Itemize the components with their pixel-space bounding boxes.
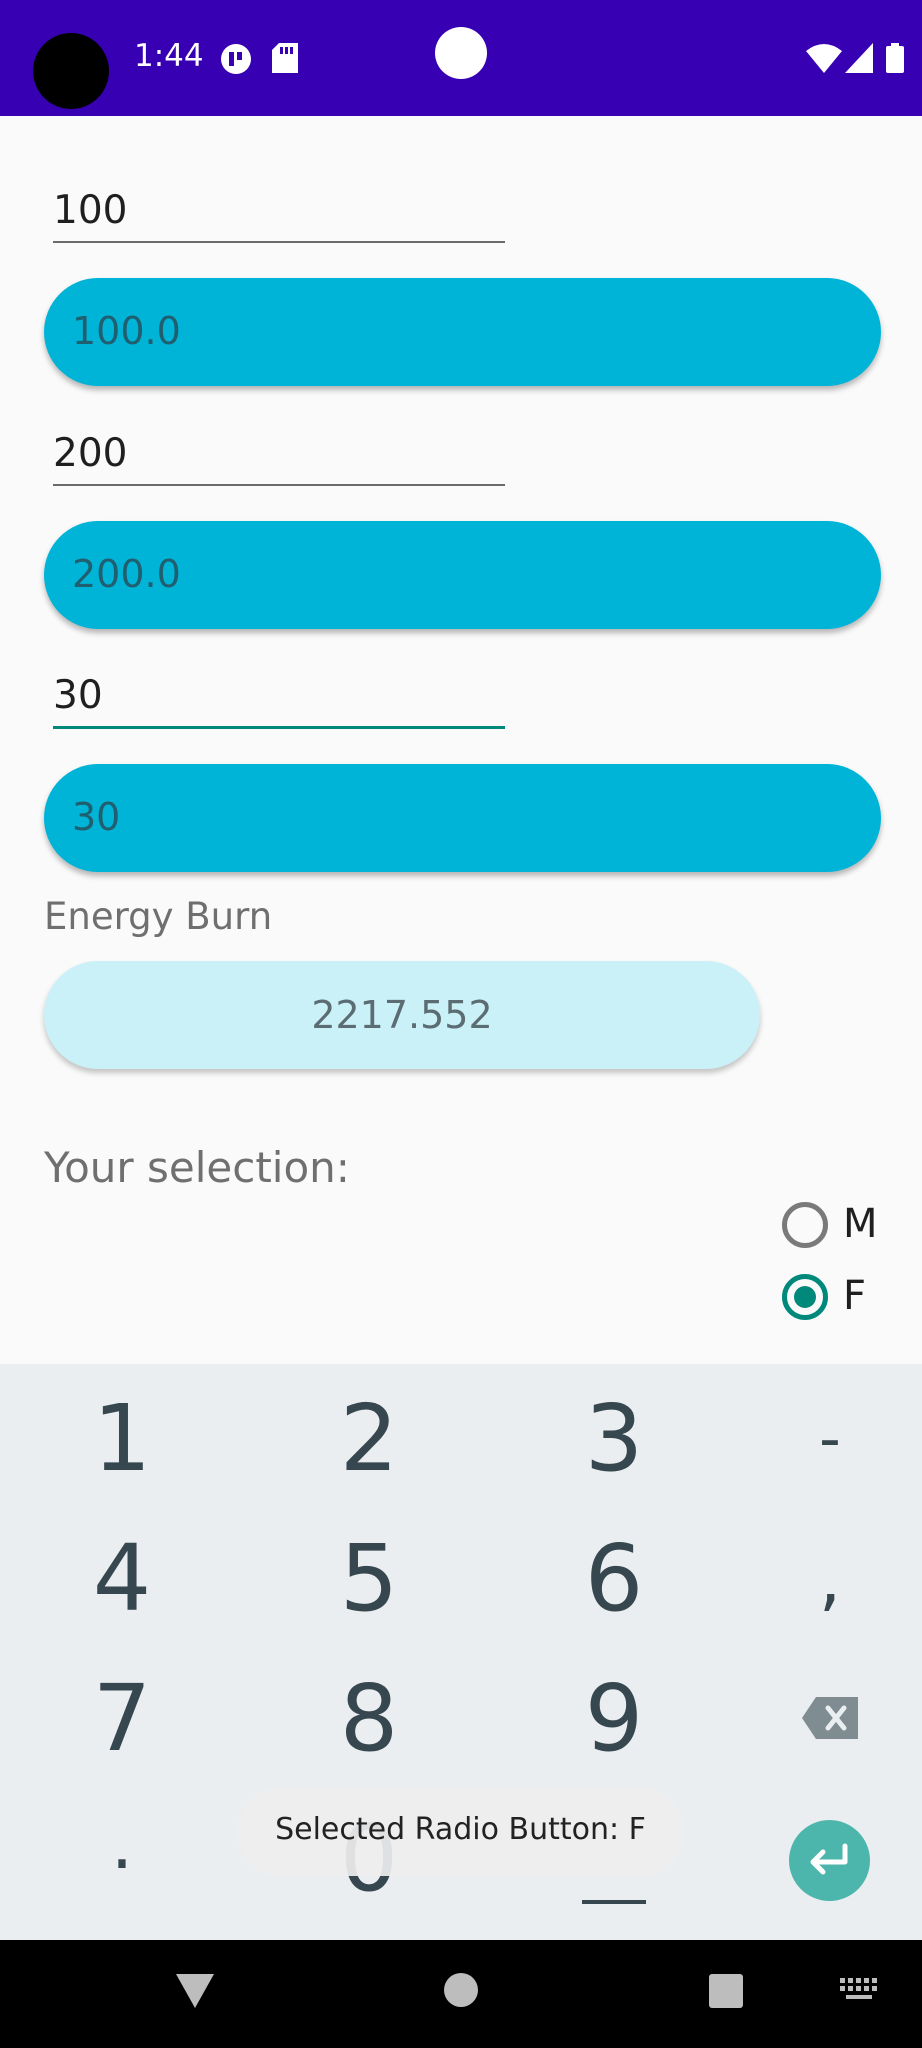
wifi-icon xyxy=(806,44,842,73)
status-bar: 1:44 xyxy=(0,0,922,116)
key-comma[interactable]: , xyxy=(740,1514,920,1644)
key-comma-label: , xyxy=(818,1538,842,1620)
cell-signal-icon xyxy=(845,43,873,73)
output-pill-1-text: 100.0 xyxy=(72,309,181,353)
battery-icon xyxy=(886,43,904,73)
enter-arrow-icon xyxy=(810,1843,848,1875)
energy-burn-label: Energy Burn xyxy=(44,895,273,938)
input-field-1[interactable]: 100 xyxy=(53,173,505,243)
recents-icon[interactable] xyxy=(709,1974,743,2008)
output-pill-1[interactable]: 100.0 xyxy=(44,278,881,386)
key-8[interactable]: 8 xyxy=(279,1654,459,1784)
radio-f-label[interactable]: F xyxy=(843,1273,866,1319)
key-1[interactable]: 1 xyxy=(32,1374,212,1504)
key-minus[interactable]: - xyxy=(740,1374,920,1504)
back-icon[interactable] xyxy=(176,1974,214,2008)
toast-text: Selected Radio Button: F xyxy=(275,1812,646,1847)
input-field-1-value: 100 xyxy=(53,188,128,233)
key-5-label: 5 xyxy=(339,1525,399,1632)
radio-m[interactable] xyxy=(782,1202,828,1248)
app-notification-icon xyxy=(221,44,251,74)
key-6-label: 6 xyxy=(584,1525,644,1632)
output-pill-2[interactable]: 200.0 xyxy=(44,521,881,629)
key-7-label: 7 xyxy=(92,1665,152,1772)
front-camera-icon xyxy=(435,27,487,79)
enter-key[interactable] xyxy=(789,1820,870,1901)
space-key[interactable] xyxy=(582,1900,646,1904)
key-3[interactable]: 3 xyxy=(524,1374,704,1504)
key-4-label: 4 xyxy=(92,1525,152,1632)
output-pill-3-text: 30 xyxy=(72,795,121,839)
key-3-label: 3 xyxy=(584,1385,644,1492)
camera-cutout-icon xyxy=(33,33,109,109)
input-field-3[interactable]: 30 xyxy=(53,659,505,729)
key-period[interactable]: . xyxy=(32,1794,212,1924)
key-2-label: 2 xyxy=(339,1385,399,1492)
key-9[interactable]: 9 xyxy=(524,1654,704,1784)
key-8-label: 8 xyxy=(339,1665,399,1772)
output-pill-3[interactable]: 30 xyxy=(44,764,881,872)
key-4[interactable]: 4 xyxy=(32,1514,212,1644)
key-minus-label: - xyxy=(819,1404,841,1474)
input-field-2-value: 200 xyxy=(53,431,128,476)
input-field-2[interactable]: 200 xyxy=(53,416,505,486)
keyboard-switch-icon[interactable] xyxy=(840,1978,880,2002)
backspace-icon[interactable] xyxy=(802,1697,858,1739)
status-time: 1:44 xyxy=(134,38,204,74)
key-7[interactable]: 7 xyxy=(32,1654,212,1784)
radio-m-label[interactable]: M xyxy=(843,1201,878,1247)
key-period-label: . xyxy=(110,1803,134,1885)
key-9-label: 9 xyxy=(584,1665,644,1772)
toast: Selected Radio Button: F xyxy=(237,1788,684,1876)
navigation-bar xyxy=(0,1940,922,2048)
key-5[interactable]: 5 xyxy=(279,1514,459,1644)
output-pill-2-text: 200.0 xyxy=(72,552,181,596)
input-field-3-value: 30 xyxy=(53,673,103,718)
key-6[interactable]: 6 xyxy=(524,1514,704,1644)
radio-f[interactable] xyxy=(782,1274,828,1320)
selection-label: Your selection: xyxy=(44,1143,350,1192)
energy-burn-value: 2217.552 xyxy=(311,993,493,1037)
radio-f-selected-dot xyxy=(794,1286,816,1308)
key-1-label: 1 xyxy=(92,1385,152,1492)
key-2[interactable]: 2 xyxy=(279,1374,459,1504)
sd-card-icon xyxy=(272,43,298,73)
energy-burn-result[interactable]: 2217.552 xyxy=(44,961,760,1069)
home-icon[interactable] xyxy=(444,1973,478,2007)
